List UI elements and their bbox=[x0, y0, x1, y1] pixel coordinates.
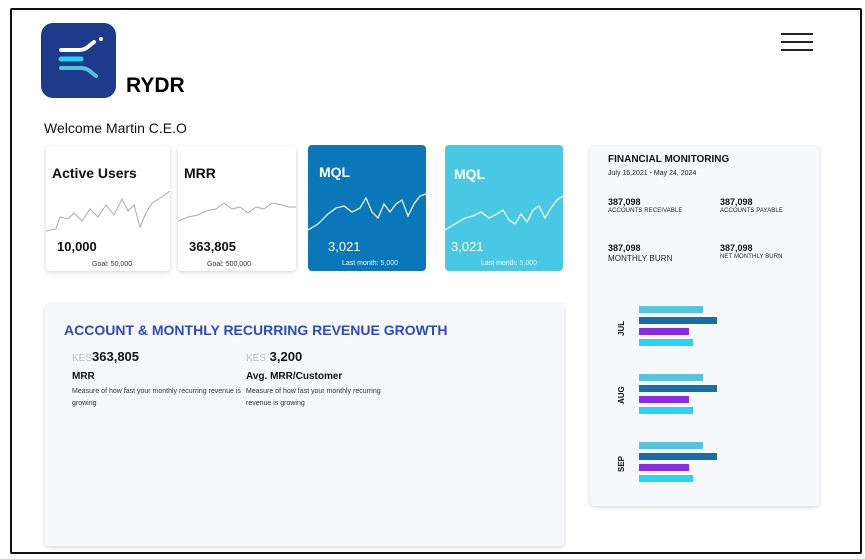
panel-title: ACCOUNT & MONTHLY RECURRING REVENUE GROW… bbox=[64, 322, 448, 338]
bar-aug-4 bbox=[639, 407, 693, 414]
bar-aug-1 bbox=[639, 374, 703, 381]
metric-amount: KES363,805 bbox=[72, 349, 140, 364]
card-title: MRR bbox=[184, 165, 216, 181]
card-goal: Last month: 5,000 bbox=[481, 260, 538, 267]
rydr-logo bbox=[41, 23, 116, 98]
metric-amount: KES 3,200 bbox=[246, 349, 303, 364]
card-title: MQL bbox=[319, 164, 351, 180]
bar-jul-1 bbox=[639, 306, 703, 313]
sparkline-chart bbox=[46, 191, 170, 232]
bar-aug-3 bbox=[639, 396, 689, 403]
card-title: Active Users bbox=[52, 165, 137, 181]
logo-mark-icon bbox=[58, 37, 103, 78]
hamburger-menu-icon[interactable] bbox=[781, 33, 813, 51]
metric-label: MRR bbox=[72, 371, 95, 382]
kpi-card-mrr[interactable]: MRR 363,805 Goal: 500,000 bbox=[178, 146, 296, 271]
card-value: 3,021 bbox=[451, 239, 484, 254]
month-label-aug: AUG bbox=[617, 386, 626, 404]
revenue-growth-panel: ACCOUNT & MONTHLY RECURRING REVENUE GROW… bbox=[45, 304, 564, 546]
sparkline-chart bbox=[178, 202, 296, 222]
stat-monthly-burn: 387,098 MONTHLY BURN bbox=[608, 243, 673, 263]
bar-sep-3 bbox=[639, 464, 689, 471]
financial-monitoring-panel: FINANCIAL MONITORING July 16,2021 - May … bbox=[590, 146, 819, 506]
panel-title: FINANCIAL MONITORING bbox=[608, 154, 730, 165]
bar-sep-2 bbox=[639, 453, 717, 460]
kpi-card-mql-dark[interactable]: MQL 3,021 Last month: 5,000 bbox=[308, 145, 426, 271]
metric-label: Avg. MRR/Customer bbox=[246, 371, 343, 382]
card-goal: Last month: 5,000 bbox=[342, 260, 399, 267]
card-value: 10,000 bbox=[57, 239, 97, 254]
kpi-card-active-users[interactable]: Active Users 10,000 Goal: 50,000 bbox=[46, 146, 170, 271]
month-label-sep: SEP bbox=[617, 455, 626, 472]
bar-jul-4 bbox=[639, 339, 693, 346]
sparkline-chart bbox=[445, 195, 563, 231]
card-goal: Goal: 50,000 bbox=[92, 261, 133, 268]
stat-accounts-payable: 387,098 ACCOUNTS PAYABLE bbox=[720, 197, 783, 214]
bar-jul-2 bbox=[639, 317, 717, 324]
card-goal: Goal: 500,000 bbox=[207, 261, 251, 268]
metric-avg-mrr: KES 3,200 Avg. MRR/Customer Measure of h… bbox=[246, 349, 386, 410]
kpi-card-mql-light[interactable]: MQL 3,021 Last month: 5,000 bbox=[445, 145, 563, 271]
card-value: 363,805 bbox=[189, 239, 236, 254]
bar-jul-3 bbox=[639, 328, 689, 335]
metric-mrr: KES363,805 MRR Measure of how fast your … bbox=[72, 349, 247, 410]
metric-description: Measure of how fast your monthly recurri… bbox=[72, 388, 241, 407]
bar-sep-4 bbox=[639, 475, 693, 482]
bar-aug-2 bbox=[639, 385, 717, 392]
date-range: July 16,2021 - May 24, 2024 bbox=[608, 170, 697, 177]
month-label-jul: JUL bbox=[617, 320, 626, 336]
card-title: MQL bbox=[454, 166, 486, 182]
bar-sep-1 bbox=[639, 442, 703, 449]
welcome-message: Welcome Martin C.E.O bbox=[44, 120, 187, 136]
stat-accounts-receivable: 387,098 ACCOUNTS RECEIVABLE bbox=[608, 197, 683, 214]
brand-name: RYDR bbox=[126, 74, 185, 97]
stat-net-monthly-burn: 387,098 NET MONTHLY BURN bbox=[720, 243, 783, 260]
sparkline-chart bbox=[308, 193, 426, 231]
card-value: 3,021 bbox=[328, 239, 361, 254]
metric-description: Measure of how fast your monthly recurri… bbox=[246, 388, 381, 407]
